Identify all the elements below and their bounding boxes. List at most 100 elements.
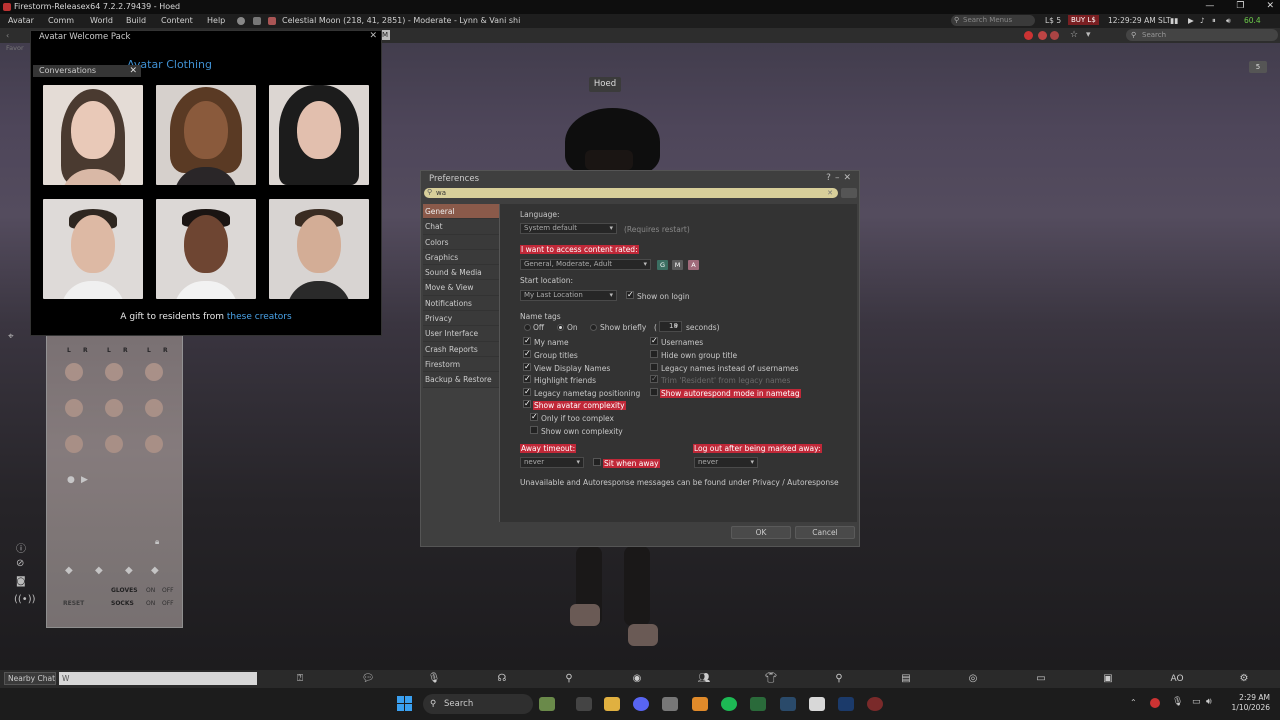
shirt-icon[interactable]: 👕︎ (763, 673, 779, 685)
avatar-option-4[interactable] (43, 199, 143, 299)
start-location-dropdown[interactable]: My Last Location (520, 290, 617, 301)
show-autorespond-checkbox[interactable] (650, 388, 658, 396)
gloves-on-button[interactable]: ON (146, 587, 155, 594)
avatar-option-1[interactable] (43, 85, 143, 185)
tray-volume-icon[interactable]: 🔊︎ (1206, 697, 1212, 707)
menu-content[interactable]: Content (161, 16, 193, 25)
view-eye-icon[interactable]: ◉ (629, 673, 645, 685)
walk-icon[interactable]: ⚲ (561, 673, 577, 685)
tab-colors[interactable]: Colors (423, 234, 499, 250)
maximize-button[interactable]: ❐ (1236, 1, 1244, 11)
hand-pose-button[interactable] (145, 435, 163, 453)
usernames-checkbox[interactable]: ✓ (650, 337, 658, 345)
avatar-option-2[interactable] (156, 85, 256, 185)
tab-move-view[interactable]: Move & View (423, 280, 499, 296)
tray-app-icon[interactable] (1150, 698, 1160, 708)
eye-icon[interactable] (237, 17, 245, 25)
show-own-complexity-checkbox[interactable] (530, 426, 538, 434)
highlight-friends-checkbox[interactable]: ✓ (523, 375, 531, 383)
broadcast-icon[interactable]: ((•)) (14, 594, 36, 605)
widgets-icon[interactable] (539, 697, 555, 711)
discord-icon[interactable] (633, 697, 649, 711)
bandwidth-icon[interactable]: ▮▮ (1170, 16, 1178, 25)
people-icon[interactable]: 👥︎ (696, 673, 712, 685)
ok-button[interactable]: OK (731, 526, 791, 539)
tab-sound-media[interactable]: Sound & Media (423, 265, 499, 281)
settings-icon[interactable]: ⚙ (1236, 673, 1252, 685)
briefly-seconds-spinner[interactable]: 10 (659, 321, 682, 332)
shoe-icon[interactable]: ◆ (95, 565, 103, 576)
lock-icon[interactable]: 🔒︎ (155, 537, 159, 547)
my-name-checkbox[interactable]: ✓ (523, 337, 531, 345)
legacy-names-checkbox[interactable] (650, 363, 658, 371)
pause-icon[interactable]: ⏸ (1212, 16, 1216, 26)
legacy-nametag-positioning-checkbox[interactable]: ✓ (523, 388, 531, 396)
hand-pose-button[interactable] (65, 399, 83, 417)
these-creators-link[interactable]: these creators (227, 312, 292, 322)
tab-backup-restore[interactable]: Backup & Restore (423, 372, 499, 388)
dropdown-icon[interactable]: ▾ (1086, 30, 1091, 40)
shoe-icon[interactable]: ◆ (151, 565, 159, 576)
star-icon[interactable]: ☆ (1070, 30, 1078, 40)
spotify-icon[interactable] (721, 697, 737, 711)
nearby-chat-button[interactable]: Nearby Chat (4, 672, 56, 685)
tab-chat[interactable]: Chat (423, 219, 499, 235)
play-icon[interactable]: ▶ (81, 475, 88, 485)
search-menus-input[interactable]: Search Menus (951, 15, 1035, 26)
excel-icon[interactable] (750, 697, 766, 711)
show-on-login-checkbox[interactable]: ✓ (626, 291, 634, 299)
menu-help[interactable]: Help (207, 16, 225, 25)
chat-bubble-icon[interactable]: 💬︎ (360, 673, 376, 685)
nav-search-input[interactable]: Search (1126, 29, 1278, 41)
gloves-off-button[interactable]: OFF (162, 587, 174, 594)
radar-icon[interactable]: ◎ (965, 673, 981, 685)
hand-pose-button[interactable] (145, 399, 163, 417)
welcome-pack-close-icon[interactable]: ✕ (369, 31, 377, 41)
parcel-icon[interactable] (268, 17, 276, 25)
content-rating-dropdown[interactable]: General, Moderate, Adult (520, 259, 651, 270)
preferences-search-input[interactable]: ⚲ wa ✕ (424, 188, 838, 198)
language-dropdown[interactable]: System default (520, 223, 617, 234)
hand-pose-button[interactable] (65, 435, 83, 453)
conversations-tab[interactable]: Conversations ✕ (33, 65, 141, 77)
app-a-icon[interactable] (692, 697, 708, 711)
menu-comm[interactable]: Comm (48, 16, 74, 25)
search-options-button[interactable] (841, 188, 857, 198)
music-icon[interactable]: ♪ (1200, 16, 1205, 25)
location-label[interactable]: Celestial Moon (218, 41, 2851) - Moderat… (282, 16, 520, 25)
inventory-icon[interactable]: ▣ (1100, 673, 1116, 685)
menu-avatar[interactable]: Avatar (8, 16, 34, 25)
hand-pose-button[interactable] (105, 435, 123, 453)
network-icon[interactable]: ▭ (1192, 697, 1201, 707)
steam-icon[interactable] (780, 697, 796, 711)
group-titles-checkbox[interactable]: ✓ (523, 350, 531, 358)
ao-button[interactable]: AO (1166, 673, 1188, 685)
location-pin-icon[interactable]: ⌖ (8, 331, 14, 342)
hand-pose-button[interactable] (65, 363, 83, 381)
buy-currency-button[interactable]: BUY L$ (1068, 15, 1099, 25)
show-avatar-complexity-checkbox[interactable]: ✓ (523, 400, 531, 408)
stop-icon[interactable]: ● (67, 475, 75, 485)
nametag-off-radio[interactable] (524, 324, 531, 331)
menu-build[interactable]: Build (126, 16, 146, 25)
tab-notifications[interactable]: Notifications (423, 295, 499, 312)
avatar-option-5[interactable] (156, 199, 256, 299)
camera-icon[interactable]: ◙ (16, 576, 26, 587)
avatar-option-6[interactable] (269, 199, 369, 299)
tab-crash-reports[interactable]: Crash Reports (423, 341, 499, 357)
only-if-too-complex-checkbox[interactable]: ✓ (530, 413, 538, 421)
windows-start-icon[interactable] (397, 696, 412, 711)
map-icon[interactable]: ▤ (898, 673, 914, 685)
hand-pose-button[interactable] (105, 399, 123, 417)
headphones-icon[interactable]: ☊ (494, 673, 510, 685)
hide-own-group-title-checkbox[interactable] (650, 350, 658, 358)
corner-badge[interactable]: 5 (1249, 61, 1267, 73)
hand-pose-button[interactable] (105, 363, 123, 381)
microphone-icon[interactable]: 🎙︎ (426, 673, 442, 685)
info-icon[interactable]: ⓘ (16, 540, 26, 555)
media-icon[interactable]: ▶ (1188, 16, 1194, 25)
back-icon[interactable]: ‹ (6, 31, 9, 40)
cancel-button[interactable]: Cancel (795, 526, 855, 539)
tab-general[interactable]: General (423, 204, 499, 220)
task-view-icon[interactable] (576, 697, 592, 711)
